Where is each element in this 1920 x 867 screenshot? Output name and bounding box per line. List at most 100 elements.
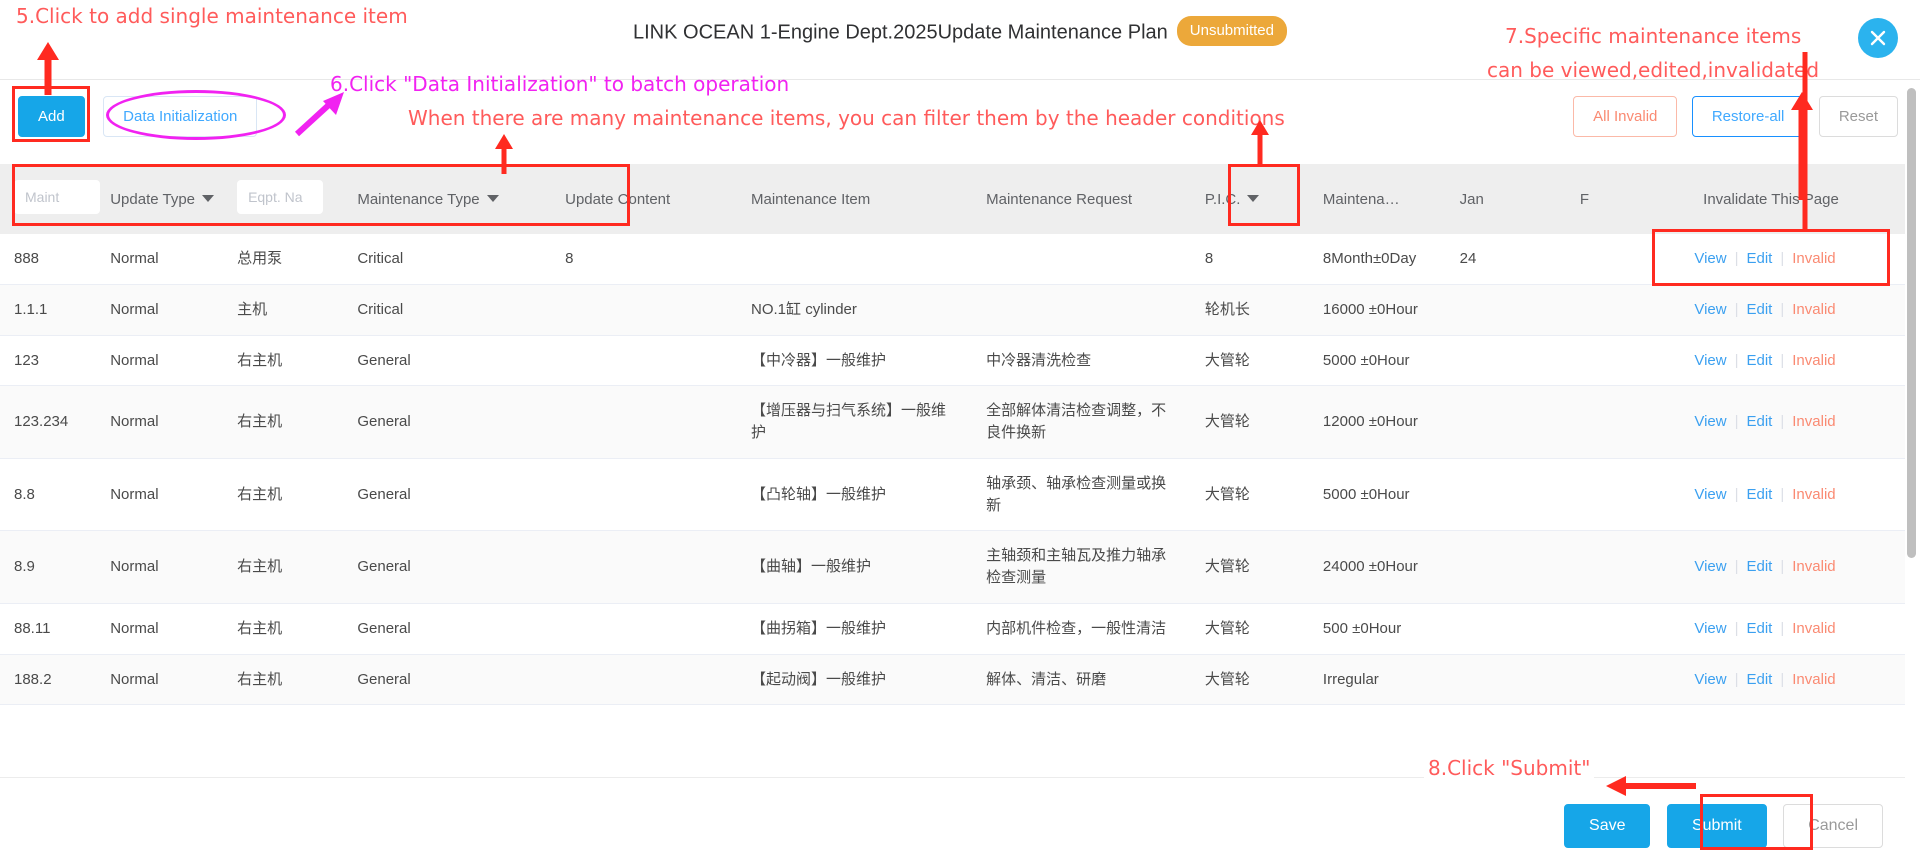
cell-feb	[1565, 284, 1637, 336]
cell-maint-no[interactable]: 8.9	[0, 530, 97, 604]
annotation-step5: 5.Click to add single maintenance item	[16, 4, 408, 28]
invalidate-this-page-button[interactable]: Invalidate This Page	[1636, 164, 1905, 234]
add-button[interactable]: Add	[18, 96, 85, 137]
th-maintenance-item: Maintenance Item	[737, 164, 973, 234]
edit-link[interactable]: Edit	[1747, 620, 1773, 637]
table-row[interactable]: 88.11 Normal 右主机 General 【曲拐箱】一般维护 内部机件检查，一般性…	[0, 603, 1905, 655]
cell-maint-no[interactable]: 8.8	[0, 458, 97, 532]
invalid-link[interactable]: Invalid	[1792, 250, 1835, 267]
table-row[interactable]: 888 Normal 总用泵 Critical 8 8 8Month±0Day 24 View |…	[0, 234, 1905, 285]
table-row[interactable]: 8.9 Normal 右主机 General 【曲轴】一般维护 主轴颈和主轴瓦及推力轴承检…	[0, 530, 1905, 604]
cell-maintenance-type: General	[343, 458, 552, 532]
annotation-step7-line1: 7.Specific maintenance items	[1505, 24, 1802, 48]
invalid-link[interactable]: Invalid	[1792, 558, 1835, 575]
cell-maintenance-interval: 5000 ±0Hour	[1308, 335, 1446, 387]
cell-feb	[1565, 458, 1637, 532]
cell-maint-no[interactable]: 188.2	[0, 654, 97, 706]
scrollbar-thumb[interactable]	[1907, 88, 1916, 558]
invalid-link[interactable]: Invalid	[1792, 413, 1835, 430]
maint-no-filter-input[interactable]: Maint	[14, 180, 100, 214]
save-button[interactable]: Save	[1564, 804, 1651, 848]
cell-update-content	[551, 603, 738, 655]
cell-feb	[1565, 385, 1637, 459]
all-invalid-button[interactable]: All Invalid	[1573, 96, 1678, 137]
invalid-link[interactable]: Invalid	[1792, 301, 1835, 318]
cell-maint-no[interactable]: 123	[0, 335, 97, 387]
cell-maintenance-type: Critical	[343, 284, 552, 336]
cell-maint-no[interactable]: 123.234	[0, 385, 97, 459]
cell-maint-no[interactable]: 888	[0, 234, 97, 285]
edit-link[interactable]: Edit	[1747, 250, 1773, 267]
table-row[interactable]: 1.1.1 Normal 主机 Critical NO.1缸 cylinder 轮机长 16…	[0, 284, 1905, 336]
view-link[interactable]: View	[1694, 486, 1726, 503]
view-link[interactable]: View	[1694, 352, 1726, 369]
cell-eqpt-name: 右主机	[223, 335, 344, 387]
invalid-link[interactable]: Invalid	[1792, 486, 1835, 503]
reset-button[interactable]: Reset	[1818, 96, 1898, 137]
cell-maintenance-type: General	[343, 654, 552, 706]
cell-maintenance-type: General	[343, 603, 552, 655]
restore-all-button[interactable]: Restore-all	[1691, 96, 1805, 137]
action-separator: |	[1734, 485, 1739, 503]
cell-feb	[1565, 654, 1637, 706]
table-row[interactable]: 188.2 Normal 右主机 General 【起动阀】一般维护 解体、清洁、研磨 大管…	[0, 654, 1905, 706]
edit-link[interactable]: Edit	[1747, 486, 1773, 503]
table-row[interactable]: 8.8 Normal 右主机 General 【凸轮轴】一般维护 轴承颈、轴承检查测量或换…	[0, 458, 1905, 532]
cell-jan	[1445, 603, 1566, 655]
cancel-button[interactable]: Cancel	[1783, 804, 1883, 848]
th-maint-no[interactable]: Maint	[0, 164, 100, 234]
cell-update-type: Normal	[96, 335, 224, 387]
maintenance-table-container[interactable]: Maint Update Type Eqpt. Na Maintenance T…	[0, 164, 1905, 772]
view-link[interactable]: View	[1694, 620, 1726, 637]
cell-update-content	[551, 654, 738, 706]
th-pic[interactable]: P.I.C.	[1190, 164, 1309, 234]
view-link[interactable]: View	[1694, 301, 1726, 318]
cell-maintenance-interval: 500 ±0Hour	[1308, 603, 1446, 655]
cell-maint-no[interactable]: 88.11	[0, 603, 97, 655]
edit-link[interactable]: Edit	[1747, 352, 1773, 369]
view-link[interactable]: View	[1694, 558, 1726, 575]
status-badge: Unsubmitted	[1176, 16, 1287, 46]
cell-update-type: Normal	[96, 530, 224, 604]
cell-update-content	[551, 385, 738, 459]
cell-maintenance-interval: 12000 ±0Hour	[1308, 385, 1446, 459]
th-eqpt-name[interactable]: Eqpt. Na	[223, 164, 344, 234]
edit-link[interactable]: Edit	[1747, 558, 1773, 575]
invalid-link[interactable]: Invalid	[1792, 671, 1835, 688]
view-link[interactable]: View	[1694, 250, 1726, 267]
invalid-link[interactable]: Invalid	[1792, 620, 1835, 637]
chevron-down-icon[interactable]	[202, 195, 215, 203]
chevron-down-icon[interactable]	[1247, 195, 1260, 203]
table-row[interactable]: 123.234 Normal 右主机 General 【增压器与扫气系统】一般维护 全部解…	[0, 385, 1905, 459]
table-row[interactable]: 123 Normal 右主机 General 【中冷器】一般维护 中冷器清洗检查 大管轮 50…	[0, 335, 1905, 387]
vertical-scrollbar[interactable]	[1907, 88, 1918, 648]
submit-button[interactable]: Submit	[1666, 804, 1767, 848]
close-button[interactable]	[1858, 18, 1898, 58]
cell-maint-no[interactable]: 1.1.1	[0, 284, 97, 336]
invalid-link[interactable]: Invalid	[1792, 352, 1835, 369]
cell-maintenance-item	[737, 234, 973, 285]
action-separator: |	[1734, 619, 1739, 637]
dialog-footer: Save Submit Cancel	[0, 777, 1905, 867]
chevron-down-icon[interactable]	[486, 195, 499, 203]
edit-link[interactable]: Edit	[1747, 413, 1773, 430]
cell-pic: 大管轮	[1190, 335, 1309, 387]
data-initialization-button[interactable]: Data Initialization	[103, 96, 258, 137]
edit-link[interactable]: Edit	[1747, 671, 1773, 688]
eqpt-name-filter-input[interactable]: Eqpt. Na	[237, 180, 324, 214]
cell-maintenance-item: 【凸轮轴】一般维护	[737, 458, 973, 532]
cell-row-actions: View | Edit | Invalid	[1636, 385, 1905, 459]
view-link[interactable]: View	[1694, 671, 1726, 688]
edit-link[interactable]: Edit	[1747, 301, 1773, 318]
cell-maintenance-request: 内部机件检查，一般性清洁	[972, 603, 1191, 655]
th-maintenance-type[interactable]: Maintenance Type	[343, 164, 552, 234]
cell-maintenance-request: 主轴颈和主轴瓦及推力轴承检查测量	[972, 530, 1191, 604]
table-header-row: Maint Update Type Eqpt. Na Maintenance T…	[0, 164, 1905, 234]
th-update-type[interactable]: Update Type	[96, 164, 224, 234]
view-link[interactable]: View	[1694, 413, 1726, 430]
cell-pic: 大管轮	[1190, 458, 1309, 532]
cell-maintenance-item: 【曲轴】一般维护	[737, 530, 973, 604]
cell-maintenance-interval: Irregular	[1308, 654, 1446, 706]
cell-maintenance-item: 【曲拐箱】一般维护	[737, 603, 973, 655]
cell-update-content	[551, 458, 738, 532]
